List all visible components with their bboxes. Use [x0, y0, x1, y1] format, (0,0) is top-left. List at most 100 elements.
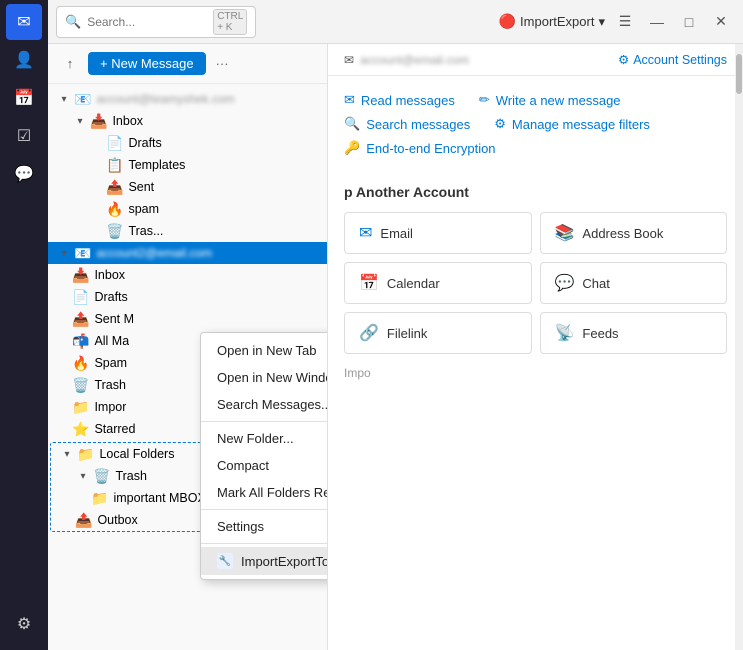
importexport-icon: 🔧: [217, 553, 233, 569]
drafts2-label: Drafts: [94, 290, 127, 304]
context-menu: Open in New Tab Open in New Window Searc…: [200, 332, 328, 580]
card-address-book[interactable]: 📚 Address Book: [540, 212, 728, 254]
ctx-divider1: [201, 421, 328, 422]
tree-sentm[interactable]: 📤 Sent M: [48, 308, 327, 330]
sentm-icon: 📤: [72, 311, 89, 328]
account-settings-label: Account Settings: [633, 53, 727, 67]
right-panel-header: ✉ account@email.com ⚙ Account Settings: [328, 44, 743, 76]
settings-icon: ⚙: [618, 52, 629, 67]
tree-drafts2[interactable]: 📄 Drafts: [48, 286, 327, 308]
trash-local-icon: 🗑️: [93, 468, 110, 485]
ctx-new-folder-label: New Folder...: [217, 431, 294, 446]
tree-inbox2[interactable]: 📥 Inbox: [48, 264, 327, 286]
scrollbar[interactable]: [735, 44, 743, 650]
card-email-label: Email: [380, 226, 413, 241]
card-filelink[interactable]: 🔗 Filelink: [344, 312, 532, 354]
drafts-icon: 📄: [106, 135, 123, 152]
ctx-compact[interactable]: Compact: [201, 452, 328, 479]
card-feeds[interactable]: 📡 Feeds: [540, 312, 728, 354]
close-button[interactable]: ✕: [707, 8, 735, 36]
inbox2-icon: 📥: [72, 267, 89, 284]
tree-drafts1[interactable]: 📄 Drafts: [48, 132, 327, 154]
ctx-search-label: Search Messages...: [217, 397, 328, 412]
spam1-label: spam: [128, 202, 159, 216]
card-chat[interactable]: 💬 Chat: [540, 262, 728, 304]
spacer: [88, 223, 104, 239]
ctx-settings[interactable]: Settings: [201, 513, 328, 540]
icon-settings[interactable]: ⚙: [6, 606, 42, 642]
icon-mail[interactable]: ✉: [6, 4, 42, 40]
icon-calendar[interactable]: 📅: [6, 80, 42, 116]
filters-icon: ⚙: [494, 116, 506, 132]
tree-sent1[interactable]: 📤 Sent: [48, 176, 327, 198]
card-feeds-label: Feeds: [582, 326, 618, 341]
ctx-new-folder[interactable]: New Folder...: [201, 425, 328, 452]
app-title: 🔴 ImportExport ▾: [499, 13, 605, 30]
ctx-importexport[interactable]: 🔧 ImportExportTools NG ▶ Export Account …: [201, 547, 328, 575]
trash2-label: Trash: [94, 378, 126, 392]
spam2-label: Spam: [94, 356, 127, 370]
spam2-icon: 🔥: [72, 355, 89, 372]
spacer: [88, 135, 104, 151]
ctx-search[interactable]: Search Messages...: [201, 391, 328, 418]
outbox-label: Outbox: [97, 513, 137, 527]
maximize-button[interactable]: □: [675, 8, 703, 36]
search-icon: 🔍: [65, 14, 81, 30]
toolbar-actions: ☰ — □ ✕: [611, 8, 735, 36]
importexport-item: 🔧 ImportExportTools NG: [217, 553, 328, 569]
encryption-action[interactable]: 🔑 End-to-end Encryption: [344, 140, 496, 156]
card-filelink-icon: 🔗: [359, 323, 379, 343]
import-text: Impo: [344, 366, 371, 380]
search-messages-action[interactable]: 🔍 Search messages: [344, 116, 470, 132]
tree-account2[interactable]: ▾ 📧 account2@email.com: [48, 242, 327, 264]
write-message-action[interactable]: ✏ Write a new message: [479, 92, 621, 108]
templates-icon: 📋: [106, 157, 123, 174]
search-input[interactable]: [87, 15, 207, 29]
card-email[interactable]: ✉ Email: [344, 212, 532, 254]
read-icon: ✉: [344, 92, 355, 108]
spacer: [88, 201, 104, 217]
read-messages-action[interactable]: ✉ Read messages: [344, 92, 455, 108]
trash2-icon: 🗑️: [72, 377, 89, 394]
account2-icon: 📧: [74, 245, 91, 262]
ctx-importexport-label: ImportExportTools NG: [241, 554, 328, 569]
card-chat-icon: 💬: [555, 273, 575, 293]
mbox-icon: 📁: [91, 490, 108, 507]
tree-trash1[interactable]: 🗑️ Tras...: [48, 220, 327, 242]
search-box[interactable]: 🔍 CTRL + K: [56, 6, 256, 38]
local-folders-label: Local Folders: [99, 447, 174, 461]
icon-chat[interactable]: 💬: [6, 156, 42, 192]
another-account-title: p Another Account: [344, 176, 727, 200]
minimize-button[interactable]: —: [643, 8, 671, 36]
new-message-button[interactable]: + New Message: [88, 52, 206, 75]
local-folder-icon: 📁: [77, 446, 94, 463]
card-calendar-icon: 📅: [359, 273, 379, 293]
account-icon: 📧: [74, 91, 91, 108]
menu-button[interactable]: ☰: [611, 8, 639, 36]
ctx-open-tab[interactable]: Open in New Tab: [201, 337, 328, 364]
tree-account1[interactable]: ▾ 📧 account@teamyshek.com: [48, 88, 327, 110]
action-row-1: ✉ Read messages ✏ Write a new message: [344, 92, 727, 108]
icon-tasks[interactable]: ☑: [6, 118, 42, 154]
icon-address-book[interactable]: 👤: [6, 42, 42, 78]
spacer: [88, 179, 104, 195]
ctx-mark-all[interactable]: Mark All Folders Read: [201, 479, 328, 506]
inbox1-label: Inbox: [112, 114, 143, 128]
card-calendar[interactable]: 📅 Calendar: [344, 262, 532, 304]
nav-up-button[interactable]: ↑: [56, 50, 84, 78]
more-options-button[interactable]: ···: [210, 54, 235, 73]
expand-icon: ▾: [59, 446, 75, 462]
tree-templates[interactable]: 📋 Templates: [48, 154, 327, 176]
app-title-arrow: ▾: [598, 14, 605, 30]
panel-content: ✉ Read messages ✏ Write a new message 🔍: [328, 76, 743, 396]
new-message-label: + New Message: [100, 56, 194, 71]
manage-filters-action[interactable]: ⚙ Manage message filters: [494, 116, 650, 132]
panel-actions: ✉ Read messages ✏ Write a new message 🔍: [344, 92, 727, 156]
manage-filters-label: Manage message filters: [512, 117, 650, 132]
expand-icon: ▾: [75, 468, 91, 484]
ctx-open-window[interactable]: Open in New Window: [201, 364, 328, 391]
account-settings-button[interactable]: ⚙ Account Settings: [618, 52, 727, 67]
allmail-icon: 📬: [72, 333, 89, 350]
tree-inbox1[interactable]: ▾ 📥 Inbox: [48, 110, 327, 132]
tree-spam1[interactable]: 🔥 spam: [48, 198, 327, 220]
